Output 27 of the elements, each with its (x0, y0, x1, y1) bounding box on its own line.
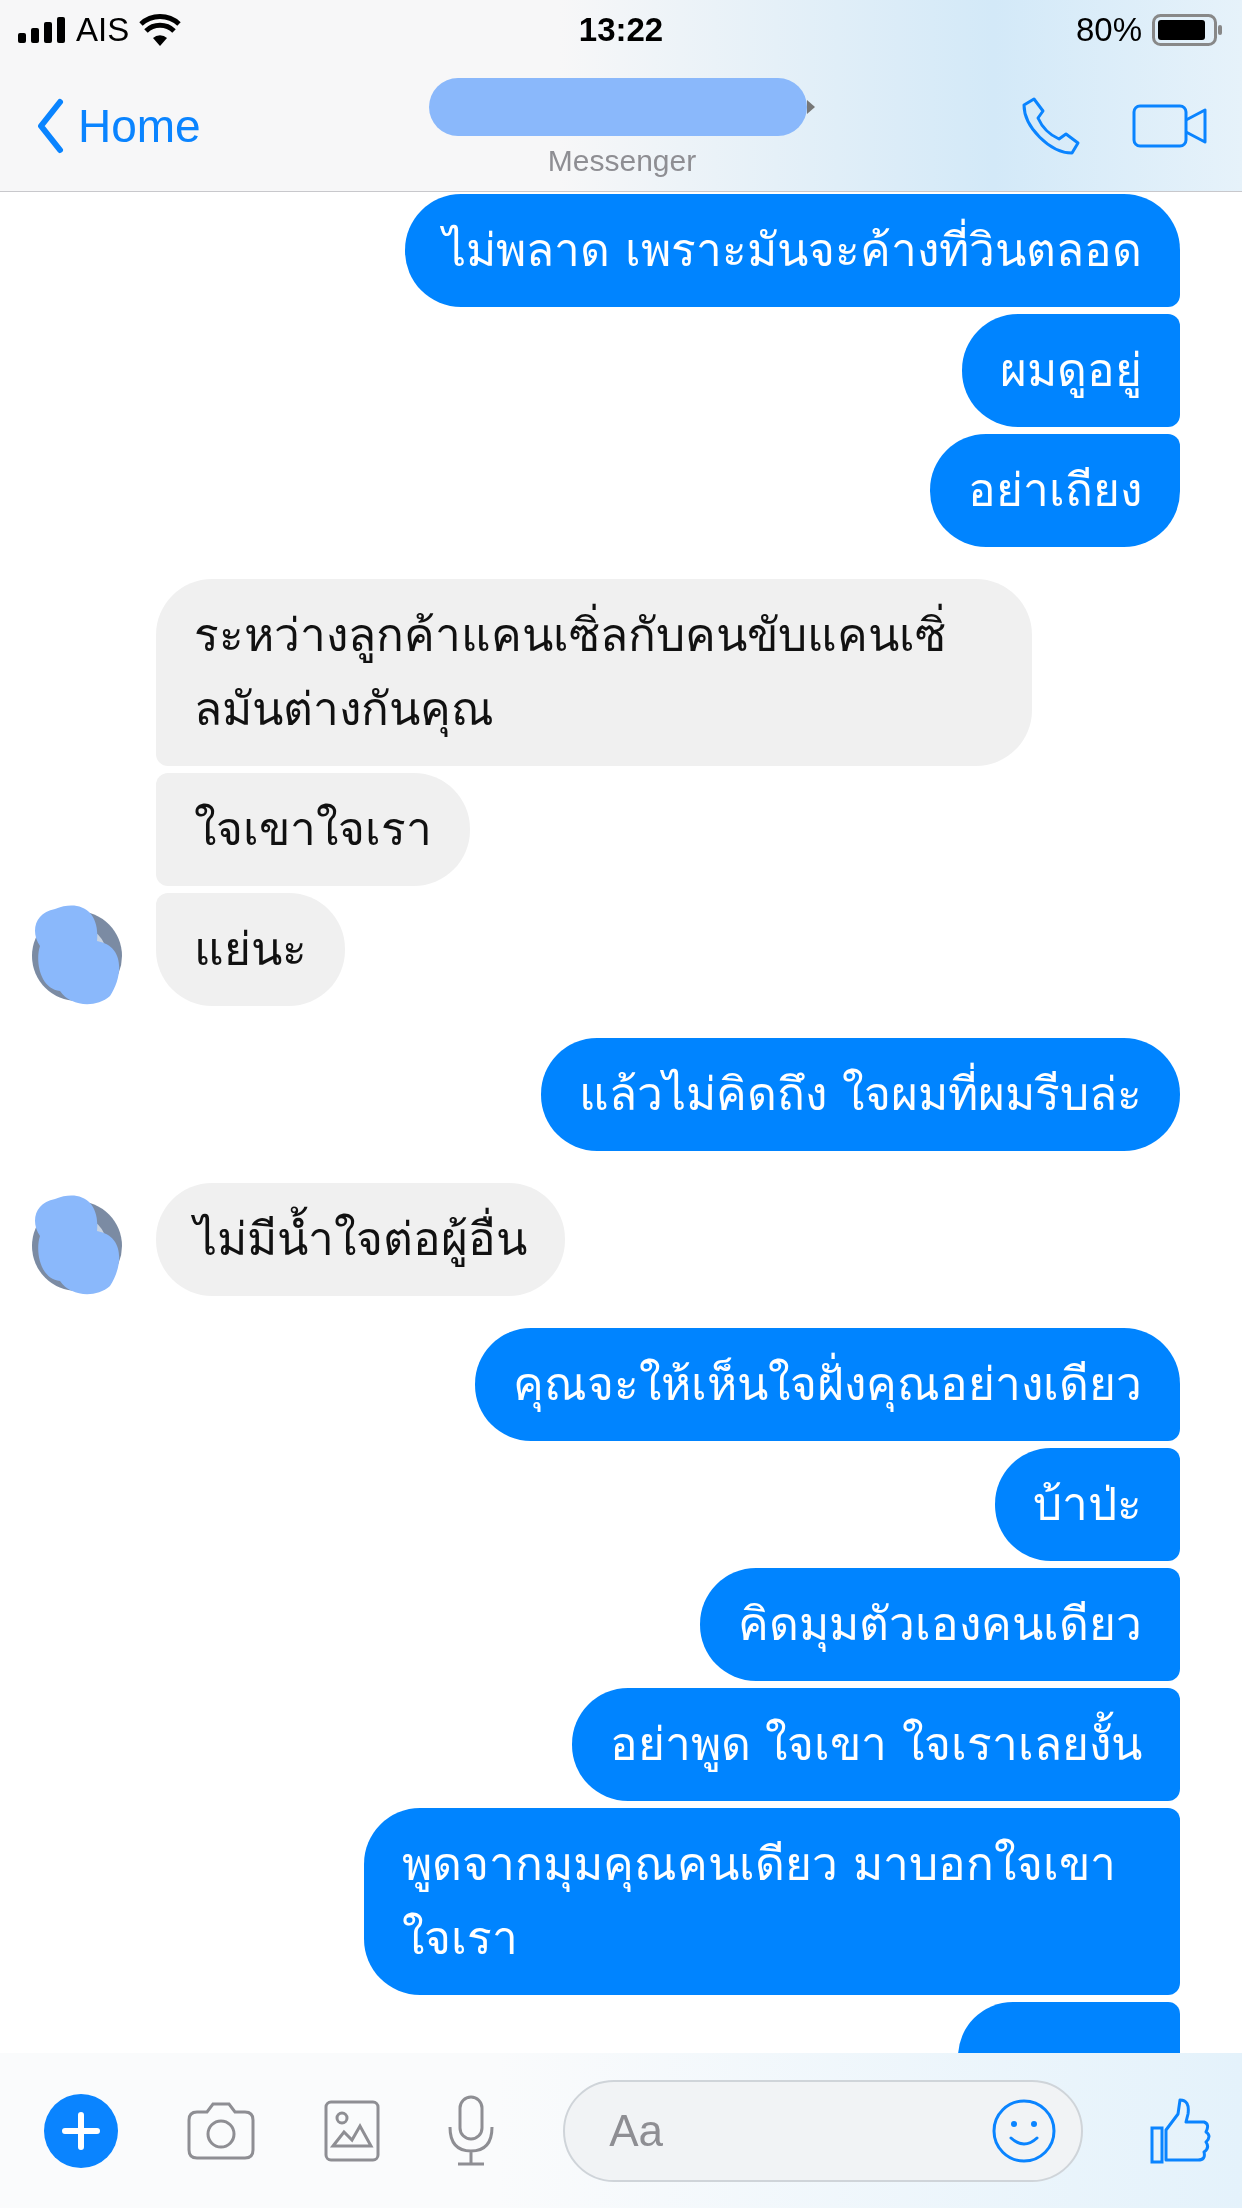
add-icon[interactable] (44, 2093, 118, 2168)
message-bubble: ใจเขาใจเรา (156, 773, 470, 886)
message-bubble: คุณจะให้เห็นใจฝั่งคุณอย่างเดียว (475, 1328, 1180, 1441)
chevron-left-icon (36, 97, 64, 154)
message-bubble: ระหว่างลูกค้าแคนเซิ่ลกับคนขับแคนเซิ่ลมันต่างกันคุณ (156, 579, 1032, 766)
message-bubble: แย่นะ (156, 893, 345, 1006)
message-bubble: ผมดูอยู่ (962, 314, 1180, 427)
wifi-icon (139, 14, 182, 46)
message-bubble: คิดมุมตัวเองคนเดียว (700, 1568, 1180, 1681)
message-bubble: ไม่พลาด เพราะมันจะค้างที่วินตลอด (405, 194, 1180, 307)
signal-icon (18, 17, 66, 43)
message-bubble: ไม่มีน้ำใจต่อผู้อื่น (156, 1183, 565, 1296)
battery-icon (1152, 14, 1224, 46)
thumbs-up-icon[interactable] (1150, 2097, 1212, 2164)
message-bubble: อย่าพูด ใจเขา ใจเราเลยงั้น (571, 1688, 1180, 1801)
back-button[interactable]: Home (36, 97, 366, 154)
message-bubble: แล้วไม่คิดถึง ใจผมที่ผมรีบล่ะ (541, 1038, 1180, 1151)
carrier-name: AIS (76, 11, 130, 49)
clock-time: 13:22 (578, 11, 664, 49)
app-subtitle: Messenger (547, 143, 697, 178)
message-bubble: พูดจากมุมคุณคนเดียว มาบอกใจเขาใจเรา (364, 1808, 1180, 1995)
smiley-icon[interactable] (991, 2097, 1058, 2164)
message-bubble: อย่าเถียง (930, 434, 1180, 547)
message-bubble: บ้าป่ะ (995, 1448, 1180, 1561)
image-icon[interactable] (323, 2099, 380, 2162)
battery-percent: 80% (1075, 11, 1142, 49)
message-input-field[interactable]: Aa (563, 2079, 1084, 2182)
